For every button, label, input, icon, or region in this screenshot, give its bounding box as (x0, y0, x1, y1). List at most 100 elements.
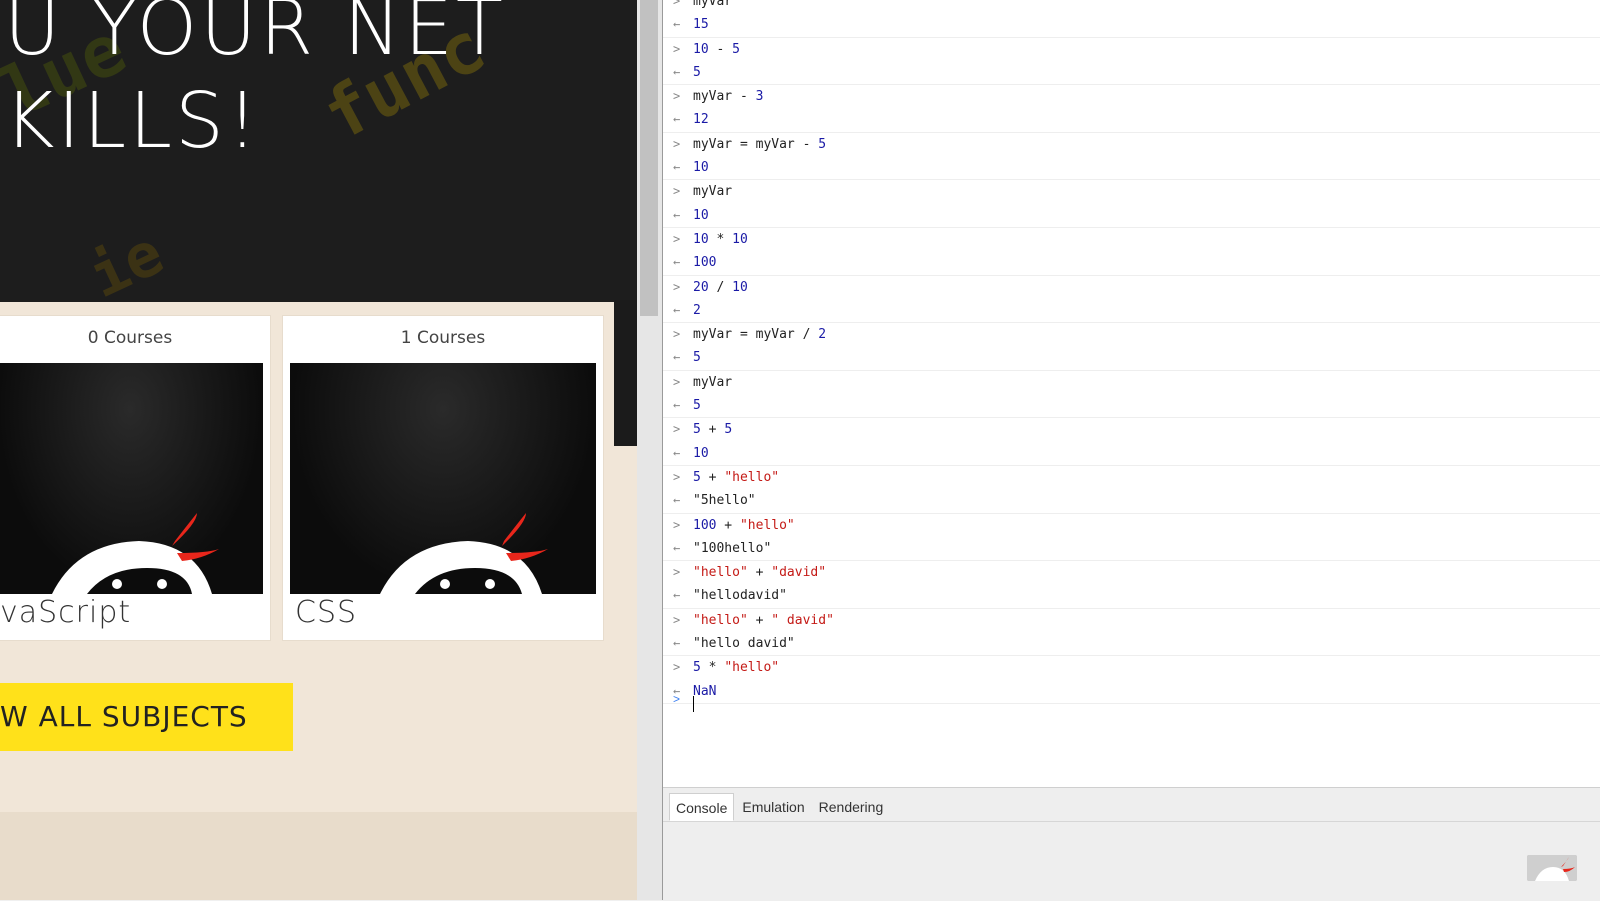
code-token: / (708, 279, 733, 295)
devtools-panel: > myVar ← 15 >10 - 5 ← 5 > myVar - 3 ← 12 > myVar = … (663, 0, 1600, 901)
console-entry: > myVar ← 15 (663, 0, 1600, 38)
tab-emulation[interactable]: Emulation (736, 793, 810, 821)
code-token: "hello" (693, 612, 748, 628)
console-input-line[interactable]: >5 * "hello" (663, 656, 1600, 679)
input-arrow-icon: > (673, 660, 681, 675)
console-input-text: myVar (693, 0, 732, 13)
code-token: 10 (732, 279, 748, 295)
console-output-text: 10 (693, 207, 709, 223)
console-input-line[interactable]: > "hello" + "david" (663, 561, 1600, 584)
code-token: 2 (818, 327, 827, 343)
tab-rendering[interactable]: Rendering (813, 793, 890, 821)
console-input-line[interactable]: >100 + "hello" (663, 514, 1600, 537)
input-arrow-icon: > (673, 89, 681, 104)
input-arrow-icon: > (673, 231, 681, 246)
console-output-line: ← 5 (663, 346, 1600, 369)
view-all-subjects-button[interactable]: W ALL SUBJECTS (0, 683, 293, 751)
console-input-text: 5 * "hello" (693, 656, 779, 679)
console-input-line[interactable]: >20 / 10 (663, 276, 1600, 299)
code-token: " david" (771, 612, 834, 628)
ninja-image (290, 363, 596, 594)
output-arrow-icon: ← (673, 588, 681, 603)
drawer-divider (663, 821, 1600, 822)
console-input-text: myVar = myVar - 5 (693, 133, 826, 156)
console-output-line: ← 10 (663, 156, 1600, 179)
console-input-text: myVar = myVar / 2 (693, 323, 826, 346)
prompt-arrow-icon: > (673, 692, 681, 706)
console-output-text: 100 (693, 255, 717, 271)
code-token: myVar = myVar / (693, 327, 819, 343)
output-arrow-icon: ← (673, 17, 681, 32)
console-output-text: 10 (693, 445, 709, 461)
output-arrow-icon: ← (673, 64, 681, 79)
output-arrow-icon: ← (673, 636, 681, 651)
console-input-line[interactable]: >10 - 5 (663, 38, 1600, 61)
console-input-text: 5 + "hello" (693, 466, 779, 489)
console-input-line[interactable]: > myVar (663, 371, 1600, 394)
code-token: 10 (732, 231, 748, 247)
console-output-line: ← "5hello" (663, 489, 1600, 512)
console-input-text: 100 + "hello" (693, 514, 795, 537)
code-token: 5 (693, 422, 701, 438)
code-token: 100 (693, 517, 717, 533)
code-token: 10 (693, 231, 709, 247)
input-arrow-icon: > (673, 41, 681, 56)
ninja-logo-icon (380, 513, 548, 594)
input-arrow-icon: > (673, 517, 681, 532)
console-input-line[interactable]: > myVar = myVar - 5 (663, 133, 1600, 156)
console-output-text: "hellodavid" (693, 588, 787, 604)
input-arrow-icon: > (673, 327, 681, 342)
page-scrollbar[interactable] (637, 0, 663, 900)
console-input-line[interactable]: > myVar (663, 0, 1600, 13)
console-output-line: ← 5 (663, 61, 1600, 84)
output-arrow-icon: ← (673, 540, 681, 555)
output-arrow-icon: ← (673, 493, 681, 508)
code-token: myVar = myVar - (693, 136, 819, 152)
code-token: myVar - (693, 89, 756, 105)
code-token: "hello" (739, 517, 795, 533)
course-card-css[interactable]: 1 Courses CSS (283, 316, 603, 640)
console-input-line[interactable]: > myVar = myVar / 2 (663, 323, 1600, 346)
console-input-text: 10 - 5 (693, 38, 740, 61)
console-output-text: 12 (693, 112, 709, 128)
console-input-line[interactable]: > myVar - 3 (663, 85, 1600, 108)
console-output-line: ← 5 (663, 394, 1600, 417)
console-input-text: myVar - 3 (693, 85, 763, 108)
output-arrow-icon: ← (673, 160, 681, 175)
console-output-line: ← 12 (663, 108, 1600, 131)
console-input-line[interactable]: >5 + 5 (663, 418, 1600, 441)
code-token: + (700, 469, 725, 485)
console-input-line[interactable]: >10 * 10 (663, 228, 1600, 251)
code-token: myVar (693, 184, 733, 200)
console-input-line[interactable]: >5 + "hello" (663, 466, 1600, 489)
console-prompt[interactable]: > (663, 692, 1600, 716)
hero-banner: func ie lue U YOUR NET KILLS! (0, 0, 637, 302)
console-output-line: ← 15 (663, 13, 1600, 36)
output-arrow-icon: ← (673, 398, 681, 413)
code-token: + (700, 422, 725, 438)
course-card-javascript[interactable]: 0 Courses vaScript (0, 316, 270, 640)
scrollbar-thumb[interactable] (640, 0, 658, 316)
hero-title: U YOUR NET KILLS! (4, 0, 506, 166)
console-input-text: "hello" + " david" (693, 609, 834, 632)
code-token: "hello" (724, 469, 780, 485)
input-arrow-icon: > (673, 469, 681, 484)
input-arrow-icon: > (673, 279, 681, 294)
console-entry: >20 / 10 ← 2 (663, 276, 1600, 324)
console-output-line: ← "hellodavid" (663, 584, 1600, 607)
console-input-line[interactable]: > myVar (663, 180, 1600, 203)
code-token: 10 (693, 41, 709, 57)
input-arrow-icon: > (673, 0, 681, 8)
code-token: * (708, 231, 733, 247)
console-entry: > "hello" + "david" ← "hellodavid" (663, 561, 1600, 609)
console-input-line[interactable]: > "hello" + " david" (663, 609, 1600, 632)
code-token: * (700, 660, 725, 676)
tab-console[interactable]: Console (669, 793, 735, 821)
console-entry: > myVar = myVar / 2 ← 5 (663, 323, 1600, 371)
console-entry: >5 + "hello" ← "5hello" (663, 466, 1600, 514)
console-output-text: 15 (693, 17, 709, 33)
code-token: 5 (732, 41, 740, 57)
console-output-line: ← 100 (663, 251, 1600, 274)
input-arrow-icon: > (673, 374, 681, 389)
code-token: "hello" (693, 565, 748, 581)
